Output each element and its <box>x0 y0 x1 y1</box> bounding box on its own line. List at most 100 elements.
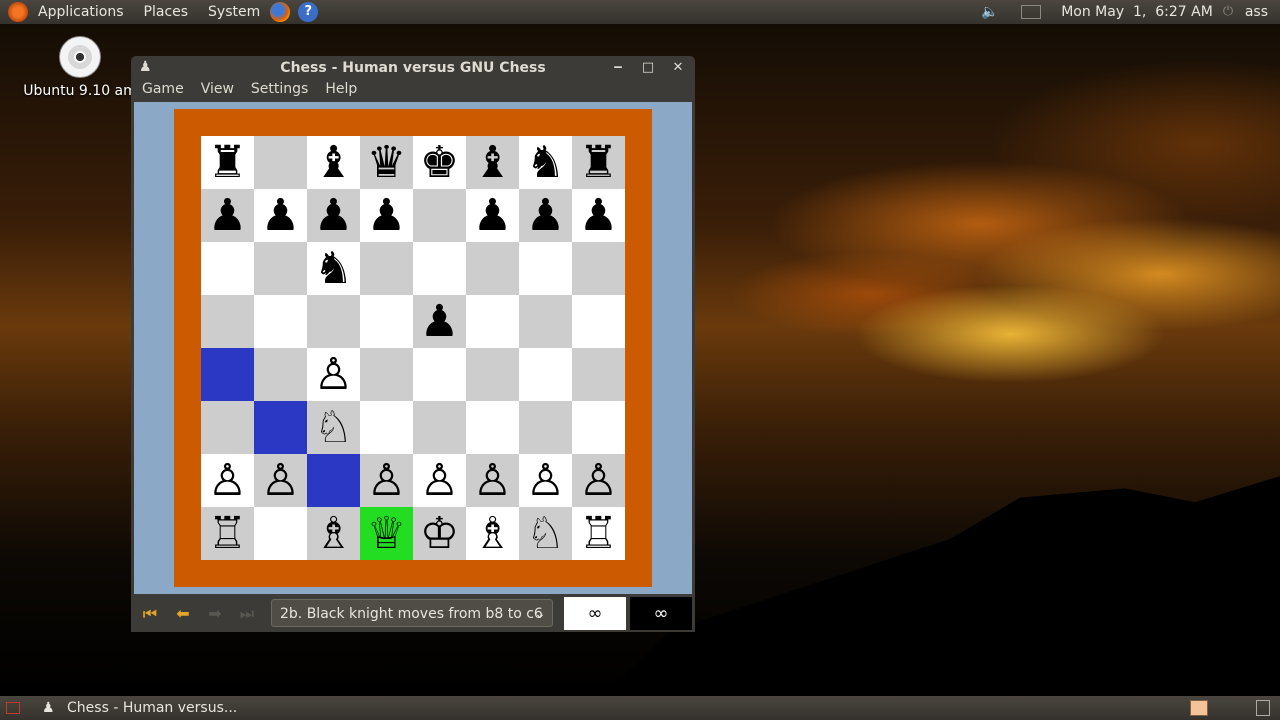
user-name[interactable]: ass <box>1239 0 1274 24</box>
square-h1[interactable]: ♖ <box>572 507 625 560</box>
power-icon[interactable]: ⏻ <box>1223 4 1239 20</box>
square-c8[interactable]: ♝ <box>307 136 360 189</box>
chess-board[interactable]: ♜ ♝ ♛ ♚ ♝ ♞ ♜ ♟ ♟ ♟ ♟ ♟ ♟ ♟ ♞ ♟ ♙ ♘ ♙ ♙ ♙ ♙ ♙ ♙ ♙ ♖ ♗ ♕ ♔ ♗ ♘ ♖ <box>201 136 625 560</box>
square-c2[interactable] <box>307 454 360 507</box>
chess-piece[interactable]: ♙ <box>261 454 300 507</box>
chess-piece[interactable]: ♟ <box>367 189 406 242</box>
square-c3[interactable]: ♘ <box>307 401 360 454</box>
square-b1[interactable] <box>254 507 307 560</box>
square-c4[interactable]: ♙ <box>307 348 360 401</box>
square-d1[interactable]: ♕ <box>360 507 413 560</box>
menu-settings[interactable]: Settings <box>240 80 314 102</box>
square-e1[interactable]: ♔ <box>413 507 466 560</box>
chess-piece[interactable]: ♟ <box>420 295 459 348</box>
square-b2[interactable]: ♙ <box>254 454 307 507</box>
workspace-switcher[interactable] <box>1190 700 1208 716</box>
square-c6[interactable]: ♞ <box>307 242 360 295</box>
square-b6[interactable] <box>254 242 307 295</box>
square-b3[interactable] <box>254 401 307 454</box>
square-d5[interactable] <box>360 295 413 348</box>
square-e4[interactable] <box>413 348 466 401</box>
square-c5[interactable] <box>307 295 360 348</box>
chess-piece[interactable]: ♚ <box>420 136 459 189</box>
square-b5[interactable] <box>254 295 307 348</box>
menu-help[interactable]: Help <box>314 80 363 102</box>
square-h2[interactable]: ♙ <box>572 454 625 507</box>
square-a7[interactable]: ♟ <box>201 189 254 242</box>
square-c1[interactable]: ♗ <box>307 507 360 560</box>
square-g6[interactable] <box>519 242 572 295</box>
applications-menu[interactable]: Applications <box>32 0 130 24</box>
trash-icon[interactable] <box>1256 700 1270 716</box>
places-menu[interactable]: Places <box>138 0 195 24</box>
chess-piece[interactable]: ♟ <box>314 189 353 242</box>
square-e2[interactable]: ♙ <box>413 454 466 507</box>
chess-piece[interactable]: ♙ <box>314 348 353 401</box>
last-move-button[interactable]: ⏭ <box>234 601 260 627</box>
chess-piece[interactable]: ♟ <box>579 189 618 242</box>
square-d4[interactable] <box>360 348 413 401</box>
move-history-dropdown[interactable]: 2b. Black knight moves from b8 to c6 ⌄ <box>271 599 553 627</box>
chess-piece[interactable]: ♙ <box>208 454 247 507</box>
square-d3[interactable] <box>360 401 413 454</box>
square-a5[interactable] <box>201 295 254 348</box>
next-move-button[interactable]: ➡ <box>202 601 228 627</box>
window-titlebar[interactable]: ♟ Chess - Human versus GNU Chess ‒ □ ✕ <box>131 56 695 80</box>
square-a6[interactable] <box>201 242 254 295</box>
taskbar-chess[interactable]: ♟ Chess - Human versus... <box>36 696 243 720</box>
square-a8[interactable]: ♜ <box>201 136 254 189</box>
chess-piece[interactable]: ♙ <box>473 454 512 507</box>
square-g7[interactable]: ♟ <box>519 189 572 242</box>
square-f8[interactable]: ♝ <box>466 136 519 189</box>
show-desktop-icon[interactable] <box>6 702 20 714</box>
chess-piece[interactable]: ♞ <box>314 242 353 295</box>
square-g4[interactable] <box>519 348 572 401</box>
desktop-icon-cd[interactable]: Ubuntu 9.10 am <box>20 36 140 99</box>
square-f4[interactable] <box>466 348 519 401</box>
chess-piece[interactable]: ♖ <box>579 507 618 560</box>
chess-piece[interactable]: ♟ <box>261 189 300 242</box>
square-d2[interactable]: ♙ <box>360 454 413 507</box>
square-a1[interactable]: ♖ <box>201 507 254 560</box>
firefox-icon[interactable] <box>270 2 291 22</box>
square-f3[interactable] <box>466 401 519 454</box>
square-b4[interactable] <box>254 348 307 401</box>
square-f7[interactable]: ♟ <box>466 189 519 242</box>
chess-piece[interactable]: ♛ <box>367 136 406 189</box>
chess-piece[interactable]: ♟ <box>208 189 247 242</box>
square-e8[interactable]: ♚ <box>413 136 466 189</box>
square-h3[interactable] <box>572 401 625 454</box>
square-e3[interactable] <box>413 401 466 454</box>
chess-piece[interactable]: ♞ <box>526 136 565 189</box>
square-d8[interactable]: ♛ <box>360 136 413 189</box>
square-c7[interactable]: ♟ <box>307 189 360 242</box>
square-h6[interactable] <box>572 242 625 295</box>
chess-piece[interactable]: ♗ <box>473 507 512 560</box>
chess-piece[interactable]: ♙ <box>420 454 459 507</box>
square-e7[interactable] <box>413 189 466 242</box>
system-menu[interactable]: System <box>202 0 266 24</box>
close-button[interactable]: ✕ <box>669 59 687 77</box>
chess-piece[interactable]: ♖ <box>208 507 247 560</box>
square-g2[interactable]: ♙ <box>519 454 572 507</box>
menu-game[interactable]: Game <box>131 80 190 102</box>
square-f6[interactable] <box>466 242 519 295</box>
square-f5[interactable] <box>466 295 519 348</box>
ubuntu-logo-icon[interactable] <box>8 2 28 22</box>
menu-view[interactable]: View <box>190 80 240 102</box>
square-e6[interactable] <box>413 242 466 295</box>
chess-piece[interactable]: ♝ <box>314 136 353 189</box>
chess-piece[interactable]: ♔ <box>420 507 459 560</box>
square-a4[interactable] <box>201 348 254 401</box>
clock-datetime[interactable]: Mon May 1, 6:27 AM <box>1055 0 1219 24</box>
square-f2[interactable]: ♙ <box>466 454 519 507</box>
minimize-button[interactable]: ‒ <box>609 59 627 77</box>
chess-piece[interactable]: ♗ <box>314 507 353 560</box>
square-h7[interactable]: ♟ <box>572 189 625 242</box>
square-g1[interactable]: ♘ <box>519 507 572 560</box>
previous-move-button[interactable]: ⬅ <box>170 601 196 627</box>
square-b7[interactable]: ♟ <box>254 189 307 242</box>
mail-icon[interactable] <box>1021 5 1042 19</box>
chess-piece[interactable]: ♙ <box>526 454 565 507</box>
square-e5[interactable]: ♟ <box>413 295 466 348</box>
